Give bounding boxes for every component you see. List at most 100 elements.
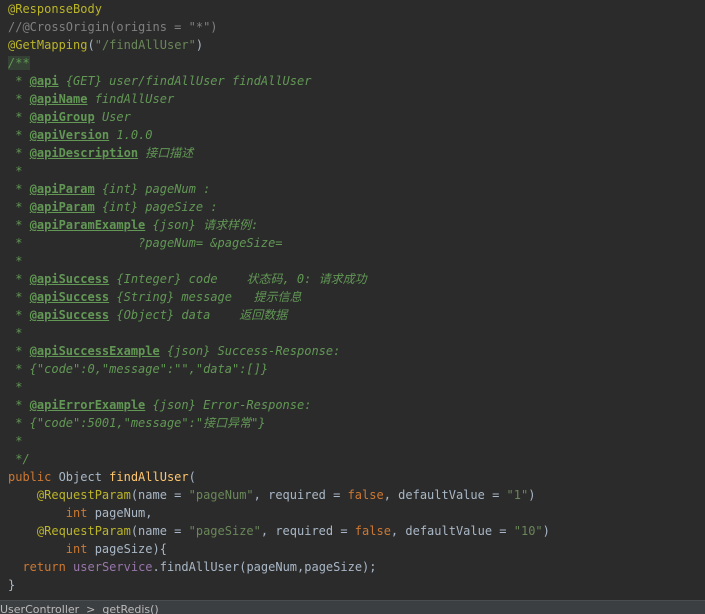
code-token: @apiParamExample bbox=[29, 218, 146, 232]
code-token: @apiSuccess bbox=[29, 308, 110, 322]
code-line[interactable]: * @apiSuccessExample {json} Success-Resp… bbox=[8, 342, 705, 360]
code-token: * bbox=[8, 164, 23, 178]
code-line[interactable]: int pageNum, bbox=[8, 504, 705, 522]
code-token: "/findAllUser" bbox=[94, 38, 196, 52]
code-token: //@CrossOrigin(origins = "*") bbox=[8, 20, 218, 34]
code-token: /** bbox=[8, 56, 30, 70]
code-line[interactable]: * bbox=[8, 324, 705, 342]
code-token: * bbox=[8, 380, 23, 394]
code-token: ( bbox=[87, 38, 95, 52]
code-token: {String} message 提示信息 bbox=[109, 290, 302, 304]
code-line[interactable]: * @apiParam {int} pageSize : bbox=[8, 198, 705, 216]
code-token: @apiDescription bbox=[29, 146, 139, 160]
code-line[interactable]: * {"code":0,"message":"","data":[]} bbox=[8, 360, 705, 378]
code-token: {int} pageSize : bbox=[94, 200, 218, 214]
code-line[interactable]: * @api {GET} user/findAllUser findAllUse… bbox=[8, 72, 705, 90]
code-line[interactable]: * @apiDescription 接口描述 bbox=[8, 144, 705, 162]
code-token: * bbox=[8, 74, 30, 88]
code-token: (name = bbox=[130, 524, 189, 538]
code-line[interactable]: return userService.findAllUser(pageNum,p… bbox=[8, 558, 705, 576]
code-token: @apiSuccess bbox=[29, 290, 110, 304]
code-token: * bbox=[8, 182, 30, 196]
code-token: ) bbox=[542, 524, 550, 538]
code-line[interactable]: * @apiSuccess {String} message 提示信息 bbox=[8, 288, 705, 306]
code-token: ( bbox=[188, 470, 196, 484]
code-token: findAllUser bbox=[87, 92, 175, 106]
code-token: * bbox=[8, 290, 30, 304]
code-line[interactable]: * @apiGroup User bbox=[8, 108, 705, 126]
code-token: 接口描述 bbox=[138, 146, 194, 160]
code-token: } bbox=[8, 578, 16, 592]
code-token: @apiParam bbox=[29, 200, 95, 214]
code-line[interactable]: * bbox=[8, 378, 705, 396]
code-token: false bbox=[347, 488, 384, 502]
code-token: 1.0.0 bbox=[109, 128, 153, 142]
code-area[interactable]: @ResponseBody //@CrossOrigin(origins = "*… bbox=[8, 0, 705, 594]
code-token: * bbox=[8, 146, 30, 160]
code-token: @apiSuccess bbox=[29, 272, 110, 286]
code-line[interactable]: * @apiSuccess {Object} data 返回数据 bbox=[8, 306, 705, 324]
code-line[interactable]: * {"code":5001,"message":"接口异常"} bbox=[8, 414, 705, 432]
code-token: userService bbox=[73, 560, 153, 574]
code-line[interactable]: * ?pageNum= &pageSize= bbox=[8, 234, 705, 252]
code-line[interactable]: * @apiVersion 1.0.0 bbox=[8, 126, 705, 144]
code-token: * bbox=[8, 272, 30, 286]
code-line[interactable]: * @apiParam {int} pageNum : bbox=[8, 180, 705, 198]
breadcrumb-bar: UserController > getRedis() bbox=[0, 600, 705, 614]
code-line[interactable]: /** bbox=[8, 54, 705, 72]
code-token: "pageSize" bbox=[188, 524, 261, 538]
code-token: * bbox=[8, 218, 30, 232]
code-token: int bbox=[65, 542, 88, 556]
code-token: * bbox=[8, 398, 30, 412]
code-line[interactable]: * @apiParamExample {json} 请求样例: bbox=[8, 216, 705, 234]
code-token: "1" bbox=[506, 488, 529, 502]
code-token: , defaultValue = bbox=[383, 488, 507, 502]
code-line[interactable]: * bbox=[8, 162, 705, 180]
code-token: * bbox=[8, 326, 23, 340]
code-token: ) bbox=[528, 488, 536, 502]
code-line[interactable]: @RequestParam(name = "pageSize", require… bbox=[8, 522, 705, 540]
code-token: Object bbox=[51, 470, 110, 484]
code-token: * bbox=[8, 308, 30, 322]
code-line[interactable]: */ bbox=[8, 450, 705, 468]
code-token: * bbox=[8, 254, 23, 268]
code-token: @apiName bbox=[29, 92, 88, 106]
code-token: * bbox=[8, 434, 23, 448]
code-token: @RequestParam bbox=[36, 488, 131, 502]
code-token: * bbox=[8, 344, 30, 358]
code-token: {json} 请求样例: bbox=[145, 218, 259, 232]
code-token: , required = bbox=[253, 488, 348, 502]
code-line[interactable]: * bbox=[8, 432, 705, 450]
code-token: public bbox=[8, 470, 52, 484]
code-token: , defaultValue = bbox=[390, 524, 514, 538]
code-editor[interactable]: @ResponseBody //@CrossOrigin(origins = "*… bbox=[0, 0, 705, 614]
code-token: "pageNum" bbox=[188, 488, 254, 502]
code-token: findAllUser bbox=[109, 470, 189, 484]
code-token: {GET} user/findAllUser findAllUser bbox=[58, 74, 312, 88]
code-line[interactable]: @RequestParam(name = "pageNum", required… bbox=[8, 486, 705, 504]
code-line[interactable]: //@CrossOrigin(origins = "*") bbox=[8, 18, 705, 36]
code-token: false bbox=[354, 524, 391, 538]
code-line[interactable]: } bbox=[8, 576, 705, 594]
code-line[interactable]: * @apiErrorExample {json} Error-Response… bbox=[8, 396, 705, 414]
code-line[interactable]: public Object findAllUser( bbox=[8, 468, 705, 486]
code-token: @apiGroup bbox=[29, 110, 95, 124]
code-token: @apiVersion bbox=[29, 128, 110, 142]
code-line[interactable]: * bbox=[8, 252, 705, 270]
code-line[interactable]: @GetMapping("/findAllUser") bbox=[8, 36, 705, 54]
code-line[interactable]: * @apiName findAllUser bbox=[8, 90, 705, 108]
code-token: int bbox=[65, 506, 88, 520]
code-token: * {"code":0,"message":"","data":[]} bbox=[8, 362, 269, 376]
code-line[interactable]: @ResponseBody bbox=[8, 0, 705, 18]
code-token: {Object} data 返回数据 bbox=[109, 308, 288, 322]
breadcrumb-text[interactable]: UserController > getRedis() bbox=[0, 603, 159, 614]
code-line[interactable]: int pageSize){ bbox=[8, 540, 705, 558]
code-token: * bbox=[8, 110, 30, 124]
code-line[interactable]: * @apiSuccess {Integer} code 状态码, 0: 请求成… bbox=[8, 270, 705, 288]
code-token: * bbox=[8, 200, 30, 214]
